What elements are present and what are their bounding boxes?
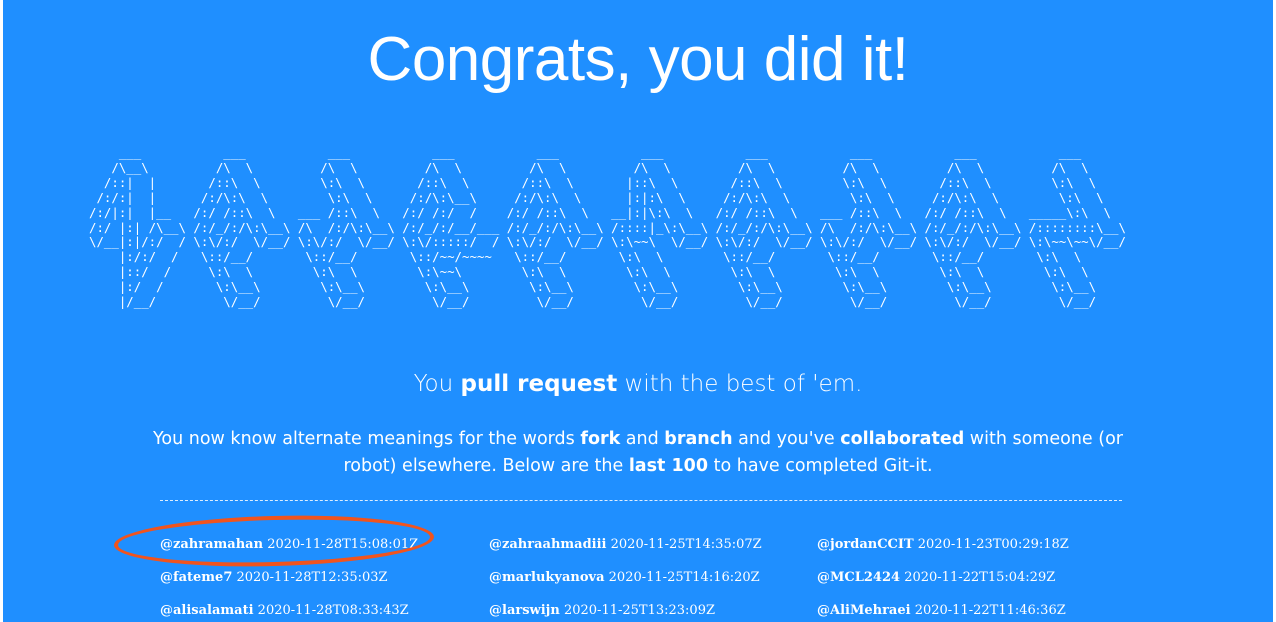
blurb-bold-branch: branch [664,429,733,449]
congrats-page: Congrats, you did it! ___ ___ ___ ___ __… [3,0,1273,622]
subtitle-bold: pull request [460,371,618,397]
completer-timestamp: 2020-11-28T08:33:43Z [257,603,409,618]
completer-entry: @marlukyanova 2020-11-25T14:16:20Z [489,568,760,588]
ascii-art-banner: ___ ___ ___ ___ ___ ___ ___ ___ ___ ___ … [89,145,1126,310]
completer-username[interactable]: @jordanCCIT [817,537,914,552]
completion-blurb: You now know alternate meanings for the … [153,426,1123,480]
subtitle: You pull request with the best of 'em. [3,366,1273,402]
completer-entry: @jordanCCIT 2020-11-23T00:29:18Z [817,535,1069,555]
blurb-text-2: and [620,429,665,449]
completer-username[interactable]: @fateme7 [160,570,232,585]
blurb-text-3: and you've [732,429,841,449]
completer-entry: @zahraahmadiii 2020-11-25T14:35:07Z [489,535,762,555]
subtitle-pre: You [413,371,461,397]
blurb-bold-fork: fork [580,429,621,449]
completer-entry: @MCL2424 2020-11-22T15:04:29Z [817,568,1055,588]
completer-username[interactable]: @MCL2424 [817,570,900,585]
section-divider [160,500,1122,501]
blurb-bold-last-100: last 100 [628,456,709,476]
completer-entry: @larswijn 2020-11-25T13:23:09Z [489,601,715,621]
blurb-bold-collaborated: collaborated [840,429,965,449]
completer-timestamp: 2020-11-25T13:23:09Z [563,603,716,618]
completer-username[interactable]: @marlukyanova [489,570,605,585]
completer-entry: @fateme7 2020-11-28T12:35:03Z [160,568,388,588]
completer-timestamp: 2020-11-28T12:35:03Z [236,570,388,585]
blurb-text-5: to have completed Git-it. [708,456,933,476]
subtitle-post: with the best of 'em. [617,371,863,397]
completer-username[interactable]: @zahraahmadiii [489,537,607,552]
completer-timestamp: 2020-11-25T14:35:07Z [610,537,762,552]
completer-timestamp: 2020-11-23T00:29:18Z [917,537,1069,552]
completer-timestamp: 2020-11-22T11:46:36Z [914,603,1066,618]
blurb-text-1: You now know alternate meanings for the … [153,429,581,449]
completer-timestamp: 2020-11-25T14:16:20Z [608,570,760,585]
completer-username[interactable]: @larswijn [489,603,560,618]
completer-timestamp: 2020-11-22T15:04:29Z [904,570,1056,585]
completer-entry: @alisalamati 2020-11-28T08:33:43Z [160,601,409,621]
page-title: Congrats, you did it! [367,25,909,94]
completer-entry: @AliMehraei 2020-11-22T11:46:36Z [817,601,1066,621]
completer-username[interactable]: @alisalamati [160,603,254,618]
completer-username[interactable]: @AliMehraei [817,603,911,618]
